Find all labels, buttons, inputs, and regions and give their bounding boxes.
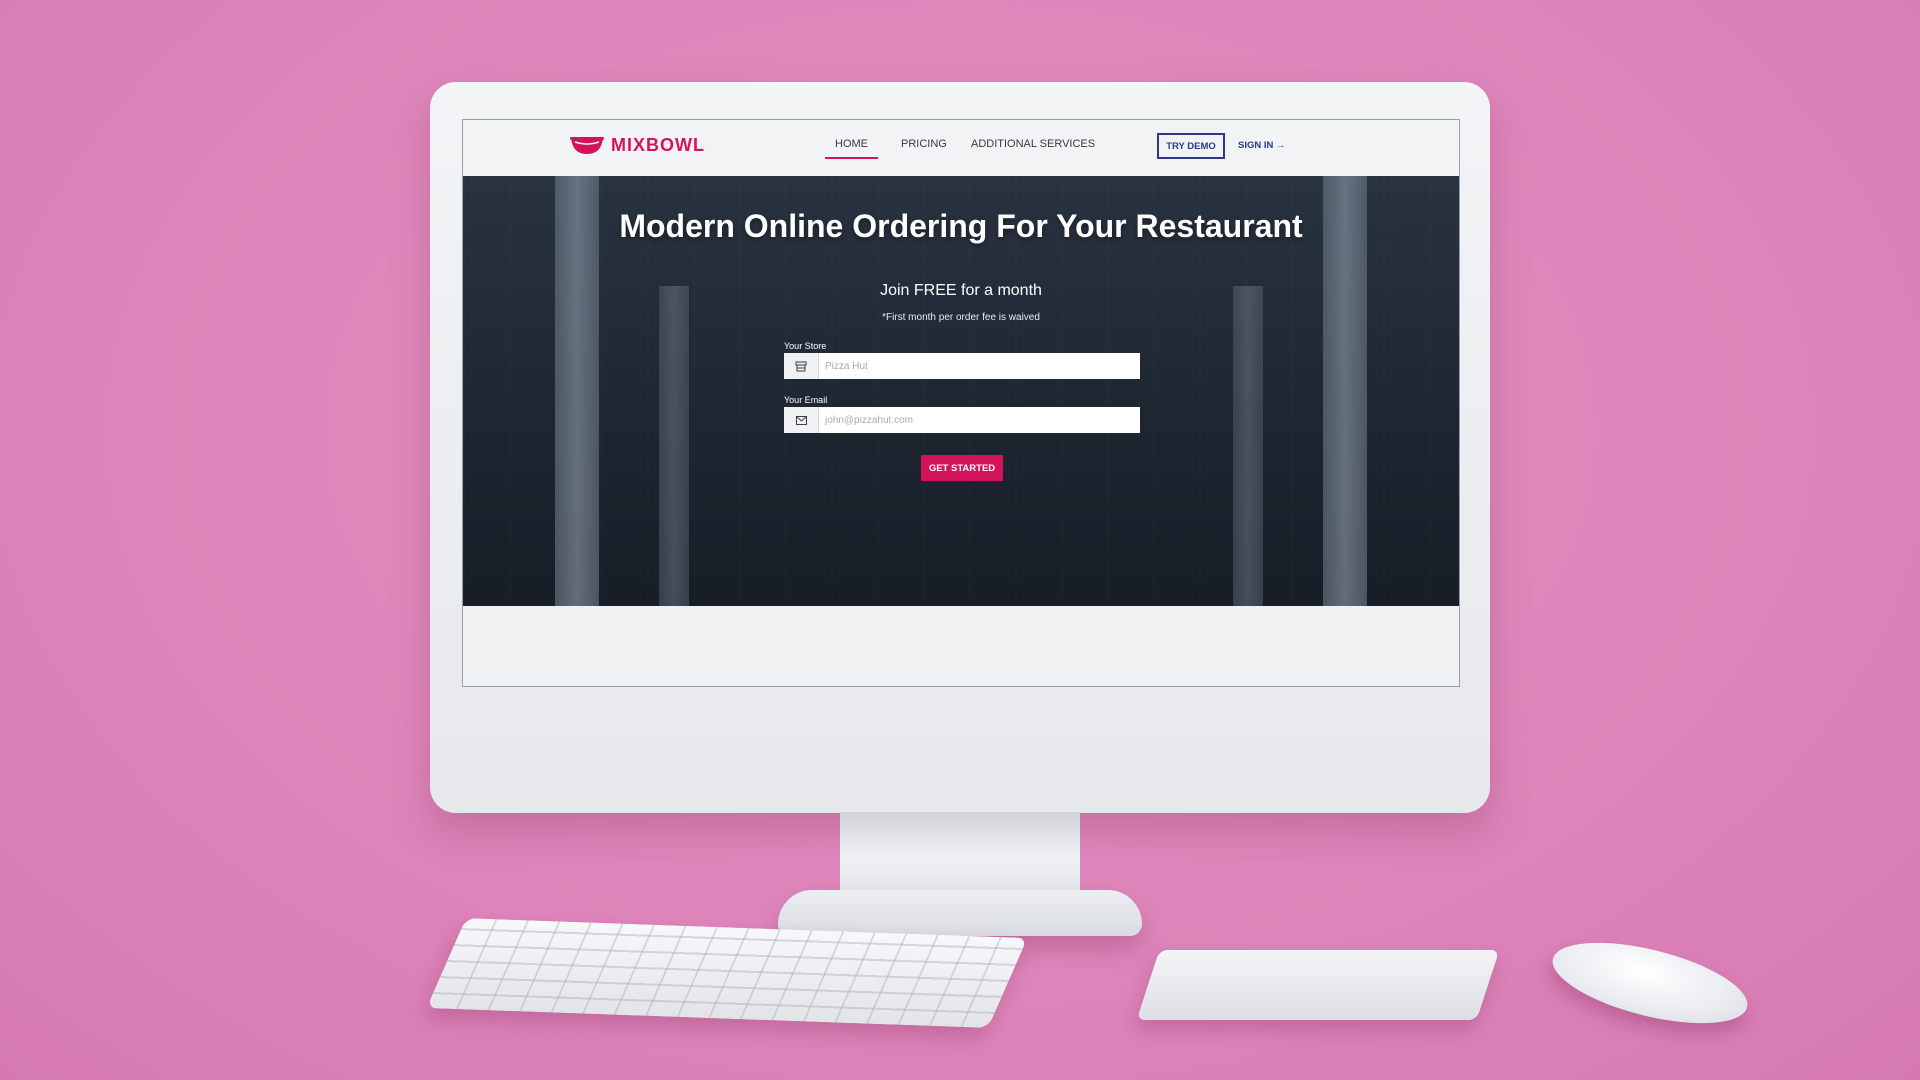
sign-in-link[interactable]: SIGN IN → <box>1238 140 1286 151</box>
store-field-label: Your Store <box>784 341 827 351</box>
background-pillar <box>1233 286 1263 606</box>
hero-section: Modern Online Ordering For Your Restaura… <box>463 176 1459 606</box>
hero-title: Modern Online Ordering For Your Restaura… <box>619 208 1303 244</box>
background-pillar <box>659 286 689 606</box>
store-icon <box>784 353 819 379</box>
mouse <box>1544 926 1756 1040</box>
get-started-button[interactable]: GET STARTED <box>921 455 1003 481</box>
keyboard <box>426 918 1028 1028</box>
nav-home[interactable]: HOME <box>825 138 878 159</box>
email-input[interactable] <box>819 408 1140 432</box>
store-input[interactable] <box>819 354 1140 378</box>
screen: MIXBOWL HOME PRICING ADDITIONAL SERVICES… <box>462 119 1460 687</box>
nav-pricing[interactable]: PRICING <box>901 138 947 150</box>
store-field <box>784 353 1140 379</box>
email-field <box>784 407 1140 433</box>
hero-subtitle: Join FREE for a month <box>880 282 1042 299</box>
monitor-stand-base <box>778 890 1142 936</box>
envelope-icon <box>784 407 819 433</box>
trackpad <box>1136 950 1500 1020</box>
nav-additional-services[interactable]: ADDITIONAL SERVICES <box>971 138 1095 150</box>
email-field-label: Your Email <box>784 395 828 405</box>
logo[interactable]: MIXBOWL <box>569 134 705 156</box>
hero-note: *First month per order fee is waived <box>882 312 1040 323</box>
bowl-icon <box>570 137 604 154</box>
brand-name: MIXBOWL <box>611 134 705 155</box>
top-navbar: MIXBOWL HOME PRICING ADDITIONAL SERVICES… <box>463 120 1459 177</box>
below-fold-area <box>463 606 1459 686</box>
try-demo-button[interactable]: TRY DEMO <box>1157 133 1225 159</box>
